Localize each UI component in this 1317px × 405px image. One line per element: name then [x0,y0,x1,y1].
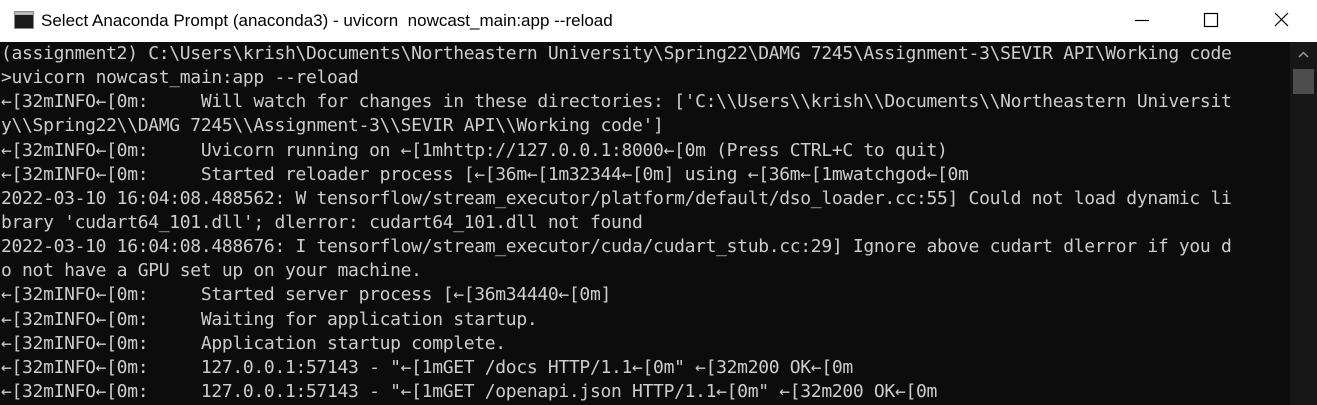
console-line: ←[32mINFO←[0m: Started reloader process … [1,163,969,185]
chevron-up-icon [1298,51,1309,58]
console-line: ←[32mINFO←[0m: Uvicorn running on ←[1mht… [1,139,948,161]
console-line: y\\Spring22\\DAMG 7245\\Assignment-3\\SE… [1,115,664,137]
console-line: (assignment2) C:\Users\krish\Documents\N… [1,43,1232,64]
console-line: >uvicorn nowcast_main:app --reload [1,67,359,89]
console-line: ←[32mINFO←[0m: Started server process [←… [1,284,611,306]
console-icon[interactable] [14,11,34,29]
title-bar[interactable]: Select Anaconda Prompt (anaconda3) - uvi… [0,0,1317,42]
console-line: 2022-03-10 16:04:08.488676: I tensorflow… [1,236,1232,258]
maximize-button[interactable] [1176,0,1246,42]
console-line: brary 'cudart64_101.dll'; dlerror: cudar… [1,211,643,233]
console-line: 2022-03-10 16:04:08.488562: W tensorflow… [1,187,1232,209]
scroll-thumb[interactable] [1293,69,1314,94]
console-line: ←[32mINFO←[0m: Application startup compl… [1,332,506,354]
close-icon [1274,12,1289,27]
console-line: ←[32mINFO←[0m: Waiting for application s… [1,308,538,330]
console-line: ←[32mINFO←[0m: 127.0.0.1:57143 - "←[1mGE… [1,356,853,378]
minimize-button[interactable] [1107,0,1177,42]
console-window: Select Anaconda Prompt (anaconda3) - uvi… [0,0,1317,405]
console-line: ←[32mINFO←[0m: 127.0.0.1:57143 - "←[1mGE… [1,380,938,402]
scroll-up-button[interactable] [1290,42,1317,68]
minimize-icon [1135,19,1149,22]
console-line: o not have a GPU set up on your machine. [1,260,422,282]
close-button[interactable] [1245,0,1317,42]
vertical-scrollbar[interactable] [1290,42,1317,405]
maximize-icon [1203,12,1219,28]
console-output[interactable]: (assignment2) C:\Users\krish\Documents\N… [0,42,1290,405]
window-title: Select Anaconda Prompt (anaconda3) - uvi… [41,11,613,30]
console-line: ←[32mINFO←[0m: Will watch for changes in… [1,91,1232,113]
